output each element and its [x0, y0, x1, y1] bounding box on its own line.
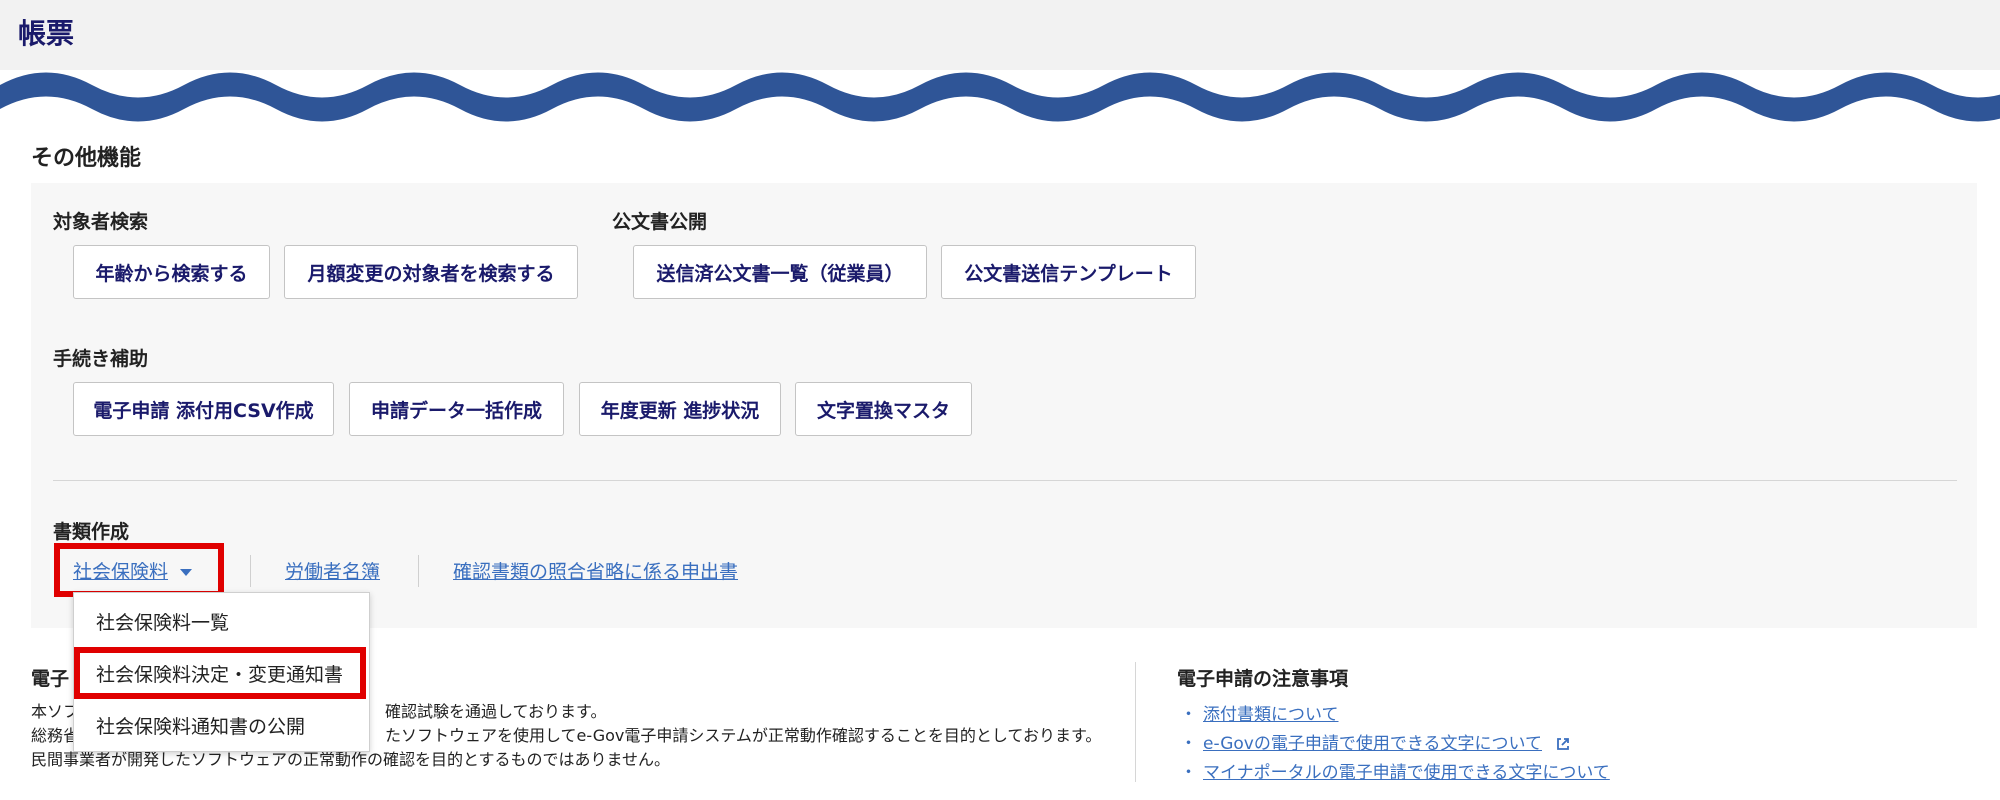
header-band [0, 0, 2000, 70]
worker-register-link[interactable]: 労働者名簿 [285, 557, 380, 584]
highlight-box-dropdown-toggle [54, 543, 224, 597]
caution-link-attachments[interactable]: ・添付書類について [1180, 700, 1339, 725]
group-label-public-docs: 公文書公開 [612, 211, 708, 233]
link-separator [418, 555, 419, 587]
annual-update-progress-button[interactable]: 年度更新 進捗状況 [579, 382, 781, 436]
highlight-box-determination-notice [74, 647, 366, 699]
dropdown-item-social-insurance-list[interactable]: 社会保険料一覧 [96, 608, 229, 635]
page-title: 帳票 [18, 17, 75, 50]
verification-omission-link[interactable]: 確認書類の照合省略に係る申出書 [453, 557, 738, 584]
notice-title: 電子 [31, 668, 70, 690]
csv-attachment-button[interactable]: 電子申請 添付用CSV作成 [73, 382, 334, 436]
group-label-document-creation: 書類作成 [53, 521, 130, 543]
panel-divider [53, 480, 1957, 481]
dropdown-item-notice-publication[interactable]: 社会保険料通知書の公開 [96, 712, 305, 739]
search-monthly-change-button[interactable]: 月額変更の対象者を検索する [284, 245, 578, 299]
external-link-icon [1557, 738, 1570, 750]
public-doc-template-button[interactable]: 公文書送信テンプレート [941, 245, 1196, 299]
cautions-title: 電子申請の注意事項 [1177, 668, 1349, 690]
bulk-application-data-button[interactable]: 申請データ一括作成 [349, 382, 564, 436]
notice-separator [1135, 662, 1136, 782]
caution-link-mynaportal-characters[interactable]: ・マイナポータルの電子申請で使用できる文字について [1180, 758, 1610, 783]
caution-link-egov-characters[interactable]: ・ e-Govの電子申請で使用できる文字について [1180, 729, 1571, 754]
group-label-procedure-support: 手続き補助 [53, 348, 149, 370]
link-separator [250, 555, 251, 587]
section-title-other-functions: その他機能 [31, 146, 142, 171]
character-replace-master-button[interactable]: 文字置換マスタ [795, 382, 972, 436]
sent-public-docs-list-button[interactable]: 送信済公文書一覧（従業員） [633, 245, 927, 299]
group-label-target-search: 対象者検索 [53, 211, 149, 233]
search-by-age-button[interactable]: 年齢から検索する [73, 245, 270, 299]
decorative-wave [0, 72, 2000, 122]
